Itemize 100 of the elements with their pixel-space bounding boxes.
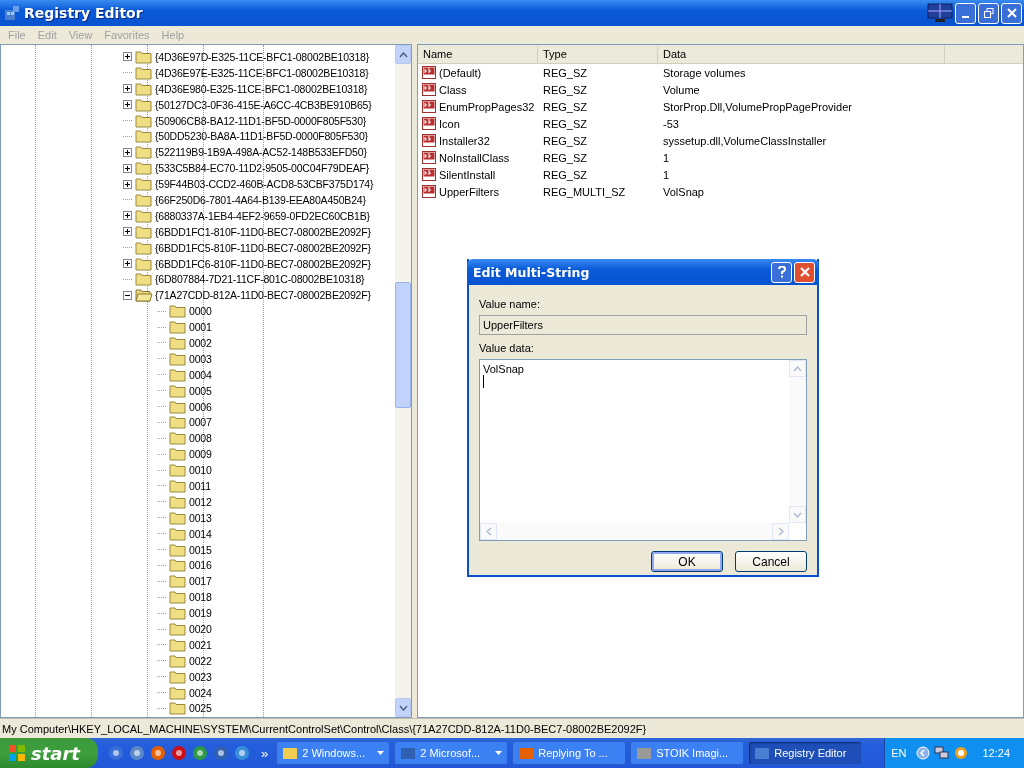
registry-icon (4, 5, 20, 21)
start-button[interactable]: start (0, 738, 98, 768)
expand-icon[interactable] (123, 227, 132, 237)
tree-item[interactable]: {71A27CDD-812A-11D0-BEC7-08002BE2092F} (155, 289, 371, 302)
tree-item[interactable]: {6BDD1FC6-810F-11D0-BEC7-08002BE2092F} (155, 257, 371, 270)
scroll-up-icon[interactable] (398, 51, 408, 58)
taskbar-button[interactable]: STOIK Imagi... (630, 741, 745, 765)
value-data: Volume (662, 83, 701, 96)
value-data: StorProp.Dll,VolumePropPageProvider (662, 100, 853, 113)
tree-item[interactable]: 0011 (189, 480, 211, 492)
taskbar-button[interactable]: Replying To ... (512, 741, 627, 765)
window-title: Registry Editor (24, 5, 143, 21)
expand-icon[interactable] (123, 179, 132, 189)
tree-item[interactable]: 0025 (189, 702, 212, 715)
tree-item[interactable]: 0001 (189, 321, 212, 334)
tree-item[interactable]: {59F44B03-CCD2-460B-ACD8-53CBF375D174} (155, 178, 374, 191)
tree-item[interactable]: 0023 (189, 670, 212, 683)
cancel-button[interactable]: Cancel (735, 551, 807, 572)
tree-item[interactable]: {50906CB8-BA12-11D1-BF5D-0000F805F530} (155, 114, 367, 127)
expand-icon[interactable] (123, 100, 132, 110)
scrollbar[interactable] (395, 45, 411, 717)
value-data: syssetup.dll,VolumeClassInstaller (662, 134, 828, 147)
taskbar-button[interactable]: 2 Windows... (276, 741, 391, 765)
close-icon (799, 267, 810, 277)
value-type: REG_SZ (542, 100, 588, 113)
value-name-field[interactable]: UpperFilters (479, 315, 807, 335)
overflow-button[interactable]: » (255, 745, 269, 761)
tree-item[interactable]: 0021 (189, 638, 212, 651)
tree-item[interactable]: 0018 (189, 591, 212, 604)
app-icon (400, 745, 417, 761)
value-name[interactable]: (Default) (439, 66, 482, 79)
minimize-button[interactable] (955, 2, 976, 24)
scroll-down-icon[interactable] (398, 704, 408, 711)
value-name[interactable]: NoInstallClass (439, 151, 510, 164)
taskbar-button[interactable]: Registry Editor (748, 741, 863, 765)
tree-item[interactable]: {6BDD1FC1-810F-11D0-BEC7-08002BE2092F} (155, 225, 371, 238)
expand-icon[interactable] (123, 259, 132, 268)
expand-icon[interactable] (123, 211, 132, 221)
expand-icon[interactable] (123, 84, 132, 94)
expand-icon[interactable] (123, 52, 132, 62)
tree-item[interactable]: 0024 (189, 686, 212, 699)
taskbar-button[interactable]: 2 Microsof... (394, 741, 509, 765)
clock: 12:24 (982, 747, 1010, 759)
close-button[interactable] (794, 261, 815, 283)
tree-item[interactable]: 0014 (189, 527, 212, 540)
tray-app-icon[interactable] (954, 746, 969, 760)
tree-item[interactable]: 0020 (189, 623, 212, 635)
tree-item[interactable]: {533C5B84-EC70-11D2-9505-00C04F79DEAF} (155, 162, 369, 175)
column-header[interactable]: Type (538, 45, 658, 63)
expand-icon[interactable] (123, 163, 132, 173)
value-type: REG_MULTI_SZ (542, 185, 627, 198)
tree-item[interactable]: 0003 (189, 352, 212, 365)
tree-item[interactable]: {6D807884-7D21-11CF-801C-08002BE10318} (155, 273, 365, 286)
tree-item[interactable]: 0008 (189, 432, 212, 445)
restore-button[interactable] (978, 2, 999, 24)
tree-item[interactable]: {50127DC3-0F36-415E-A6CC-4CB3BE910B65} (155, 98, 372, 111)
tree-item[interactable]: 0019 (189, 607, 212, 620)
tree-item[interactable]: {50DD5230-BA8A-11D1-BF5D-0000F805F530} (155, 130, 368, 143)
tree-item[interactable]: {6BDD1FC5-810F-11D0-BEC7-08002BE2092F} (155, 241, 371, 254)
tree-item[interactable]: {6880337A-1EB4-4EF2-9659-0FD2EC60CB1B} (155, 209, 370, 222)
column-header[interactable]: Data (658, 45, 945, 63)
tree-item[interactable]: {4D36E97E-E325-11CE-BFC1-08002BE10318} (155, 66, 369, 79)
value-name[interactable]: Icon (439, 117, 460, 130)
network-icon[interactable] (934, 746, 951, 760)
tree-item[interactable]: 0002 (189, 336, 212, 349)
value-name[interactable]: EnumPropPages32 (439, 100, 535, 113)
tree-item[interactable]: 0010 (189, 464, 212, 477)
tree-item[interactable]: 0009 (189, 448, 212, 461)
scroll-thumb[interactable] (395, 282, 411, 408)
tree-item[interactable]: 0015 (189, 543, 212, 556)
string-value-icon (422, 185, 437, 198)
collapse-icon[interactable] (123, 290, 132, 300)
tree-item[interactable]: 0022 (189, 654, 212, 667)
tree-item[interactable]: 0013 (189, 511, 212, 524)
tree-item[interactable]: 0017 (189, 575, 212, 588)
tree-item[interactable]: {66F250D6-7801-4A64-B139-EEA80A450B24} (155, 193, 366, 206)
app-icon (282, 745, 299, 761)
tree-item[interactable]: 0012 (189, 495, 212, 508)
column-header[interactable]: Name (418, 45, 538, 63)
string-value-icon (422, 100, 437, 113)
monitor-icon[interactable] (927, 3, 953, 23)
tree-item[interactable]: {522119B9-1B9A-498A-AC52-148B533EFD50} (155, 146, 367, 159)
value-name[interactable]: UpperFilters (439, 185, 499, 198)
value-data-text: VolSnap (483, 363, 524, 375)
field-label: Value name: (479, 298, 541, 310)
tree-item[interactable]: 0000 (189, 305, 212, 318)
tree-item[interactable]: 0004 (189, 368, 212, 381)
help-button[interactable] (771, 261, 792, 283)
expand-icon[interactable] (123, 147, 132, 157)
ok-button[interactable]: OK (651, 551, 723, 572)
value-name[interactable]: Installer32 (439, 134, 490, 147)
close-button[interactable] (1001, 2, 1022, 24)
value-name[interactable]: Class (439, 83, 467, 96)
tree-item[interactable]: 0016 (189, 559, 212, 572)
value-name[interactable]: SilentInstall (439, 168, 496, 181)
tree-item[interactable]: 0006 (189, 400, 212, 413)
tree-item[interactable]: {4D36E97D-E325-11CE-BFC1-08002BE10318} (155, 50, 370, 63)
tree-item[interactable]: 0007 (189, 416, 212, 429)
tree-item[interactable]: 0005 (189, 384, 212, 397)
tree-item[interactable]: {4D36E980-E325-11CE-BFC1-08002BE10318} (155, 82, 368, 95)
